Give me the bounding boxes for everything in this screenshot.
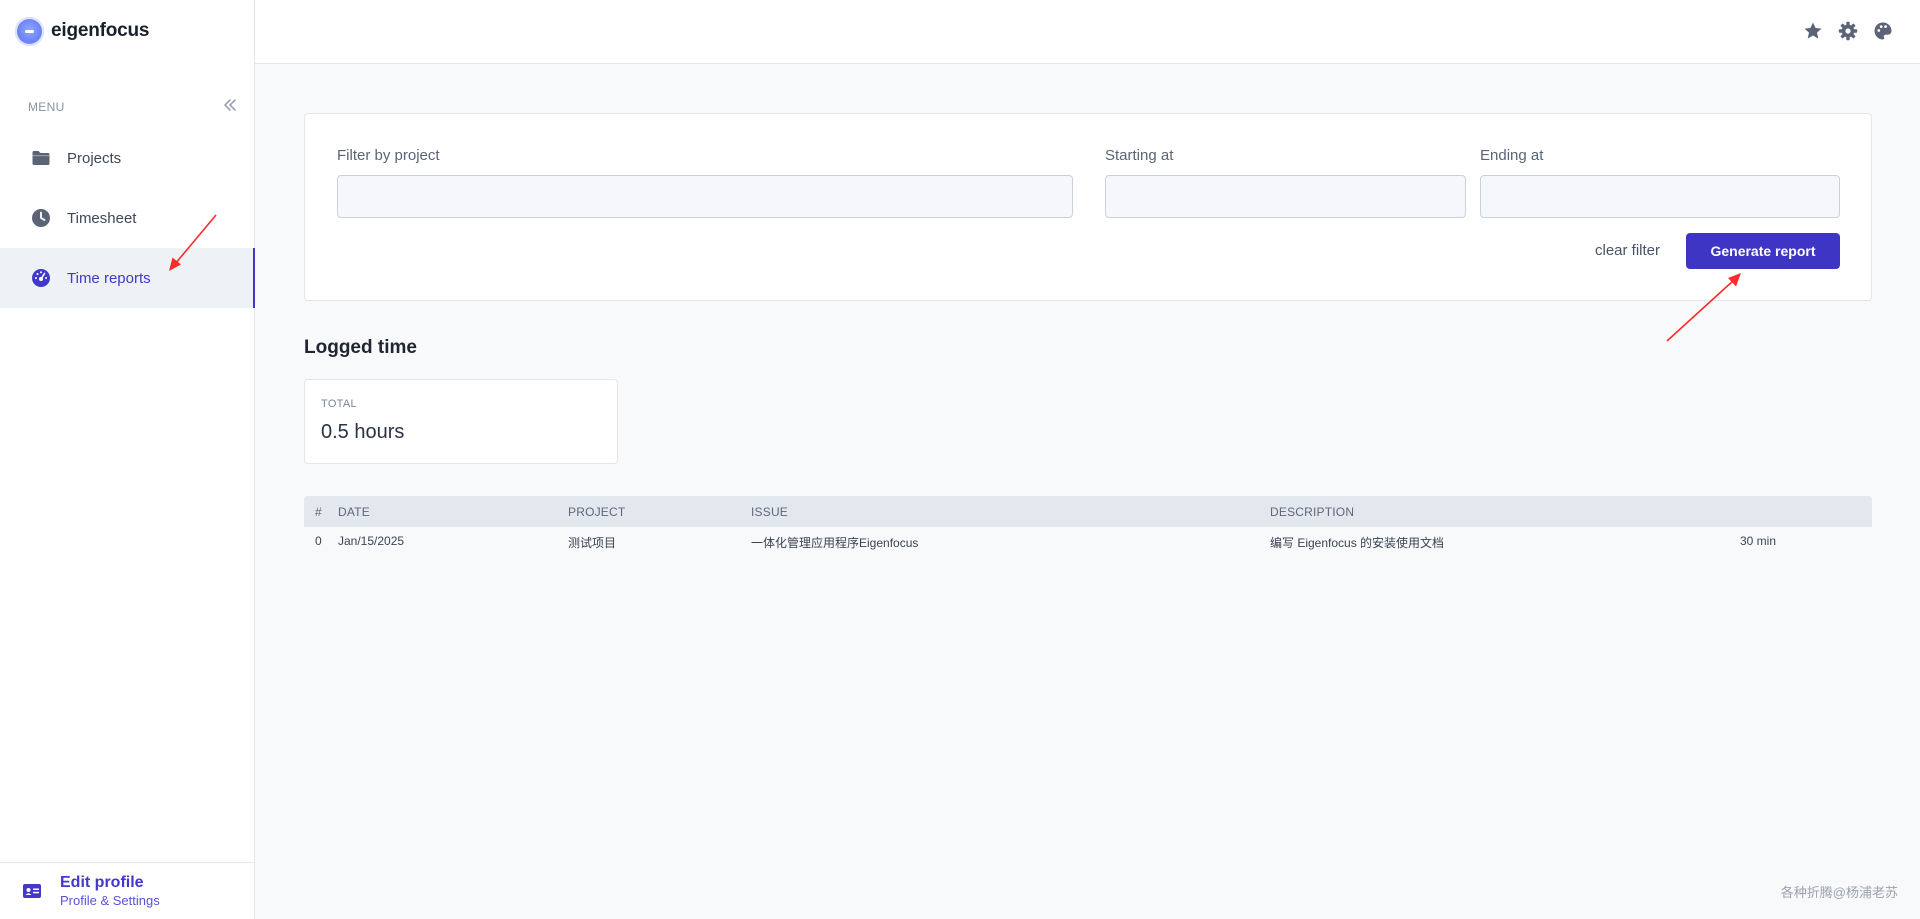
star-icon[interactable] (1803, 21, 1823, 41)
col-number-header: # (315, 505, 322, 519)
project-filter-input[interactable] (337, 175, 1073, 218)
total-label: TOTAL (321, 398, 357, 410)
table-header: # DATE PROJECT ISSUE DESCRIPTION (304, 496, 1872, 527)
brand[interactable]: eigenfocus (15, 15, 150, 47)
collapse-sidebar-icon[interactable] (222, 97, 238, 113)
row-number: 0 (315, 534, 322, 548)
gear-icon[interactable] (1838, 21, 1858, 41)
edit-profile-title: Edit profile (60, 874, 144, 891)
generate-report-button[interactable]: Generate report (1686, 233, 1840, 269)
brand-name: eigenfocus (51, 20, 150, 41)
sidebar-item-time-reports[interactable]: Time reports (0, 248, 255, 308)
total-value: 0.5 hours (321, 421, 405, 443)
start-date-label: Starting at (1105, 147, 1174, 164)
brand-logo-icon (15, 16, 44, 46)
row-date: Jan/15/2025 (338, 534, 405, 548)
col-project-header: PROJECT (568, 505, 626, 519)
sidebar-item-projects[interactable]: Projects (0, 128, 255, 188)
time-entries-table: # DATE PROJECT ISSUE DESCRIPTION 0 Jan/1… (304, 496, 1872, 553)
col-issue-header: ISSUE (751, 505, 789, 519)
logged-time-title: Logged time (304, 337, 417, 358)
row-issue: 一体化管理应用程序Eigenfocus (751, 536, 919, 550)
sidebar-item-label: Projects (67, 149, 122, 167)
folder-icon (32, 151, 50, 165)
row-project: 测试项目 (568, 536, 617, 550)
filter-card: Filter by project Starting at Ending at … (304, 113, 1872, 301)
clock-icon (32, 209, 50, 227)
row-description: 编写 Eigenfocus 的安装使用文档 (1270, 536, 1445, 550)
dashboard-icon (32, 269, 50, 287)
watermark: 各种折腾@杨浦老苏 (1780, 885, 1898, 900)
end-date-input[interactable] (1480, 175, 1840, 218)
table-row: 0 Jan/15/2025 测试项目 一体化管理应用程序Eigenfocus 编… (304, 527, 1872, 553)
start-date-input[interactable] (1105, 175, 1466, 218)
end-date-label: Ending at (1480, 147, 1544, 164)
palette-icon[interactable] (1873, 21, 1893, 41)
row-duration: 30 min (1740, 534, 1777, 548)
project-filter-label: Filter by project (337, 147, 440, 164)
sidebar: eigenfocus MENU Projects Timesheet Time … (0, 0, 255, 919)
edit-profile-subtitle: Profile & Settings (60, 893, 160, 908)
topbar (255, 0, 1920, 64)
clear-filter-button[interactable]: clear filter (1595, 242, 1660, 259)
sidebar-item-label: Timesheet (67, 209, 137, 227)
sidebar-item-label: Time reports (67, 269, 151, 287)
total-card: TOTAL 0.5 hours (304, 379, 618, 464)
col-description-header: DESCRIPTION (1270, 505, 1355, 519)
edit-profile-link[interactable]: Edit profile Profile & Settings (0, 862, 255, 919)
sidebar-item-timesheet[interactable]: Timesheet (0, 188, 255, 248)
col-date-header: DATE (338, 505, 370, 519)
menu-label: MENU (28, 100, 65, 114)
id-card-icon (23, 884, 41, 898)
